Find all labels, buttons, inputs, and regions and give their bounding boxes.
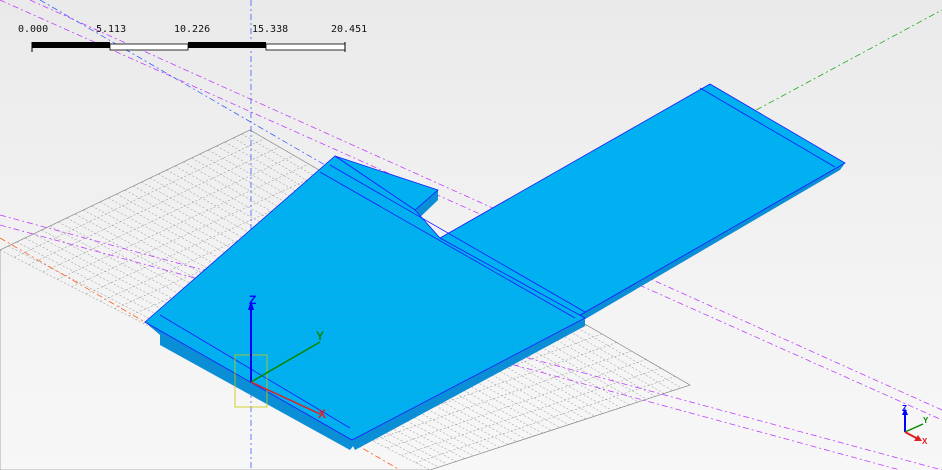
- scale-label-2: 10.226: [174, 24, 210, 35]
- scale-label-4: 20.451: [331, 24, 367, 35]
- z-axis-label: Z: [249, 293, 256, 307]
- x-axis-label: X: [318, 407, 326, 421]
- scale-seg-4: [265, 43, 346, 51]
- scale-label-3: 15.338: [252, 24, 288, 35]
- scale-seg-3: [188, 42, 266, 48]
- scale-label-1: 5.113: [96, 24, 126, 35]
- triad-z-label: Z: [902, 404, 907, 413]
- orientation-triad[interactable]: Z Y X: [902, 404, 929, 446]
- scale-bar: 0.000 5.113 10.226 15.338 20.451: [18, 24, 367, 52]
- scale-label-0: 0.000: [18, 24, 48, 35]
- triad-x-label: X: [922, 437, 928, 446]
- triad-y-label: Y: [923, 416, 929, 425]
- triad-y-axis: [904, 423, 924, 433]
- 3d-viewport[interactable]: Z Y X 0.000 5.113 10.226 15.338 20.451 Z: [0, 0, 942, 470]
- y-axis-label: Y: [316, 329, 324, 343]
- scene-canvas[interactable]: Z Y X 0.000 5.113 10.226 15.338 20.451 Z: [0, 0, 942, 470]
- scale-seg-2: [109, 43, 189, 51]
- scale-seg-1: [32, 42, 110, 48]
